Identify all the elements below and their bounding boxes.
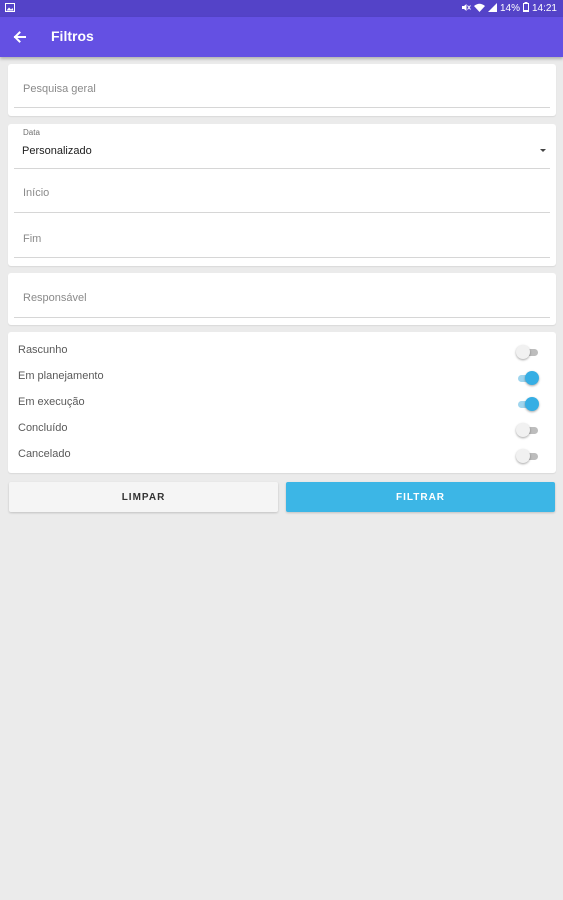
responsible-input[interactable]: Responsável: [14, 273, 550, 318]
responsible-placeholder: Responsável: [23, 292, 87, 304]
filter-button[interactable]: FILTRAR: [286, 482, 555, 512]
switch-label: Rascunho: [18, 344, 68, 356]
search-card: Pesquisa geral: [8, 64, 556, 116]
mute-icon: [461, 3, 471, 15]
switch-label: Em execução: [18, 396, 85, 408]
date-select[interactable]: Data Personalizado: [14, 124, 550, 169]
date-card: Data Personalizado Início Fim: [8, 124, 556, 266]
status-switches-card: Rascunho Em planejamento Em execução Con…: [8, 332, 556, 473]
switch-row-em-execucao: Em execução: [8, 391, 556, 417]
dropdown-caret-icon[interactable]: [540, 149, 546, 152]
status-icons: 14% 14:21: [461, 2, 557, 15]
switch-row-rascunho: Rascunho: [8, 339, 556, 365]
page-title: Filtros: [51, 28, 94, 44]
toggle-switch[interactable]: [516, 423, 538, 437]
start-date-input[interactable]: Início: [14, 168, 550, 213]
signal-icon: [487, 2, 497, 15]
date-label: Data: [23, 128, 40, 137]
start-date-placeholder: Início: [23, 187, 50, 199]
search-placeholder: Pesquisa geral: [23, 83, 96, 95]
switch-row-concluido: Concluído: [8, 417, 556, 443]
switch-label: Em planejamento: [18, 370, 104, 382]
switch-row-em-planejamento: Em planejamento: [8, 365, 556, 391]
battery-icon: [522, 2, 529, 15]
switch-row-cancelado: Cancelado: [8, 443, 556, 469]
arrow-left-icon[interactable]: [10, 27, 30, 47]
toggle-switch[interactable]: [516, 397, 539, 411]
clear-button[interactable]: LIMPAR: [9, 482, 278, 512]
app-bar: Filtros: [0, 17, 563, 57]
toggle-switch[interactable]: [516, 345, 538, 359]
status-bar: 14% 14:21: [0, 0, 563, 17]
search-input[interactable]: Pesquisa geral: [14, 64, 550, 108]
toggle-switch[interactable]: [516, 449, 538, 463]
battery-level: 14%: [499, 3, 520, 14]
image-icon: [5, 3, 15, 15]
end-date-input[interactable]: Fim: [14, 212, 550, 258]
clock: 14:21: [531, 3, 557, 14]
responsible-card: Responsável: [8, 273, 556, 325]
end-date-placeholder: Fim: [23, 233, 42, 245]
toggle-switch[interactable]: [516, 371, 539, 385]
switch-label: Concluído: [18, 422, 68, 434]
date-selected-value: Personalizado: [22, 145, 92, 157]
wifi-icon: [473, 3, 485, 15]
switch-label: Cancelado: [18, 448, 71, 460]
